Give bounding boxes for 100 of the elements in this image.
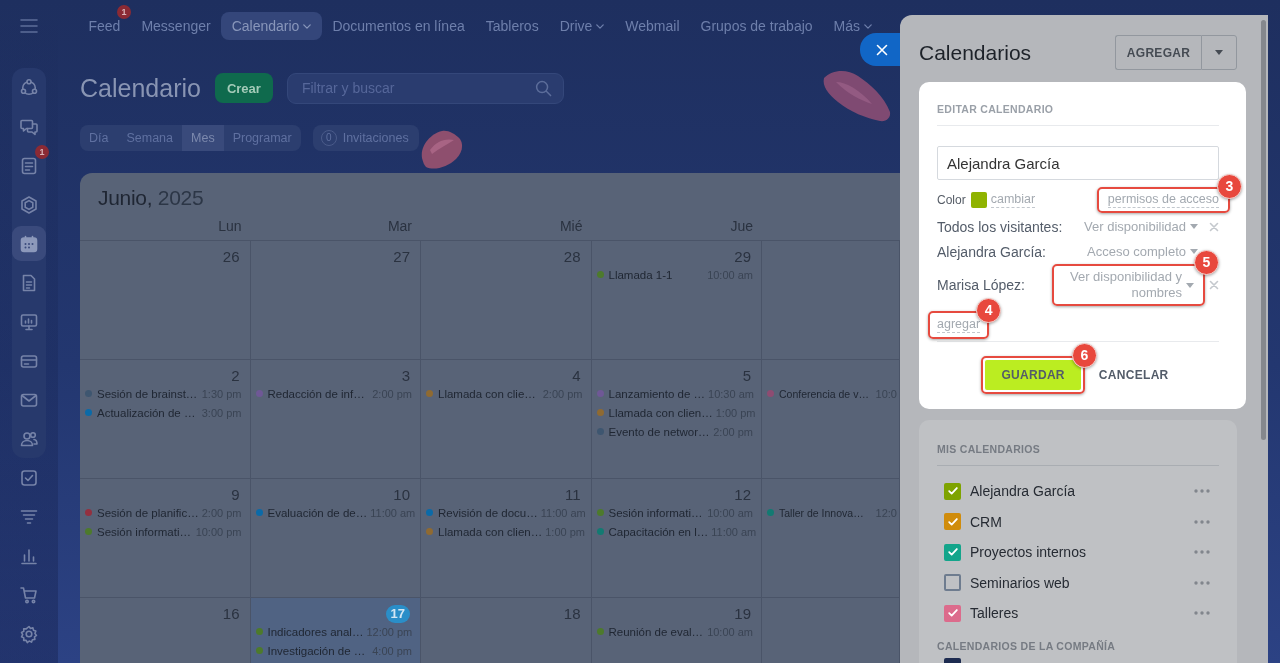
event-title: Taller de Innova… [779, 506, 864, 519]
checkbox[interactable] [944, 604, 961, 622]
nav-item[interactable]: Drive [549, 12, 615, 40]
day-number: 10 [393, 486, 410, 504]
section-heading: EDITAR CALENDARIO [937, 103, 1054, 115]
day-number: 17 [385, 605, 410, 623]
section-heading: MIS CALENDARIOS [937, 443, 1041, 455]
day-number: 11 [564, 486, 581, 504]
hexagon-icon [19, 194, 39, 215]
event-title: Sesión informati… [608, 506, 703, 519]
callout-badge: 3 [1217, 174, 1242, 199]
access-label: Alejandra García: [937, 243, 1047, 260]
scrollbar-thumb[interactable] [1260, 20, 1266, 440]
nodes-ring-icon [19, 77, 39, 98]
more-icon[interactable] [1194, 611, 1210, 616]
checkbox[interactable] [944, 543, 961, 561]
check-icon [947, 517, 958, 526]
caret-icon [1186, 282, 1194, 288]
close-button[interactable] [860, 33, 900, 66]
search-icon [534, 79, 552, 97]
caret-icon [1190, 224, 1198, 229]
access-level-dropdown[interactable]: Ver disponibilidad y nombres [1062, 269, 1194, 301]
day-number: 19 [734, 605, 751, 623]
check-icon [947, 548, 958, 557]
nav-item[interactable]: Webmail [614, 12, 690, 40]
event-title: Llamada con clien… [608, 406, 713, 419]
tasks-icon [19, 467, 39, 488]
access-permissions-link[interactable]: permisos de acceso [1107, 192, 1219, 208]
cart-icon [19, 584, 39, 605]
remove-icon[interactable] [1209, 280, 1219, 290]
callout-badge: 5 [1194, 250, 1219, 275]
nav-item[interactable]: Calendario [221, 12, 322, 40]
event-title: Evento de networ… [608, 425, 710, 438]
caret-icon [1190, 249, 1198, 254]
day-number: 29 [734, 248, 751, 266]
settings-icon [19, 623, 39, 644]
calendar-name: Seminarios web [970, 574, 1070, 591]
nav-item[interactable]: Tableros [475, 12, 550, 40]
color-label: Color [937, 193, 966, 207]
event-title: Actualización de … [97, 406, 196, 419]
event-title: Sesión informati… [97, 525, 191, 538]
panel-title: Calendarios [919, 40, 1032, 65]
event-title: Investigación de … [267, 644, 366, 657]
event-title: Capacitación en l… [608, 525, 709, 538]
event-title: Llamada 1-1 [608, 268, 673, 281]
event-title: Revisión de docu… [438, 506, 538, 519]
document-icon [19, 155, 39, 176]
event-title: Llamada con clie… [438, 387, 536, 400]
event-title: Sesión de brainst… [97, 387, 198, 400]
section-heading: CALENDARIOS DE LA COMPAÑÍA [937, 639, 1116, 652]
nav-item[interactable]: Grupos de trabajo [690, 12, 824, 40]
dropdown-button[interactable] [1201, 35, 1237, 70]
calendar-name: CRM [970, 513, 1002, 530]
calendar-name: Proyectos internos [970, 544, 1086, 561]
more-icon[interactable] [1194, 580, 1210, 585]
event-title: Indicadores anal… [267, 625, 364, 638]
save-button[interactable]: GUARDAR [985, 360, 1081, 390]
check-icon [947, 487, 958, 496]
event-title: Lanzamiento de … [608, 387, 706, 400]
check-icon [947, 609, 958, 618]
access-label: Marisa López: [937, 277, 1026, 293]
calendar-name: Alejandra García [970, 483, 1076, 500]
notification-badge: 1 [116, 5, 131, 19]
name-input-field[interactable]: Alejandra García [937, 146, 1219, 180]
more-icon[interactable] [1194, 489, 1210, 494]
event-title: Redacción de inf… [267, 387, 365, 400]
remove-icon[interactable] [1209, 221, 1219, 232]
more-icon[interactable] [1194, 550, 1210, 555]
calendar-icon [19, 233, 39, 254]
event-title: Reunión de eval… [608, 625, 704, 638]
event-title: Conferencia de v… [779, 387, 869, 400]
callout-badge: 6 [1071, 343, 1097, 368]
nav-item[interactable]: Más [823, 12, 883, 40]
nav-item[interactable]: Documentos en línea [321, 12, 476, 40]
event-title: Llamada con clien… [438, 525, 543, 538]
calendar-name: Talleres [970, 605, 1019, 622]
checkbox[interactable] [944, 513, 961, 531]
checkbox[interactable] [944, 482, 961, 500]
event-title: Sesión de planific… [97, 506, 199, 519]
add-button[interactable]: AGREGAR [1115, 35, 1201, 70]
access-label: Todos los visitantes: [937, 218, 1064, 235]
close-icon [876, 43, 888, 56]
access-level-dropdown[interactable]: Ver disponibilidad [1084, 218, 1198, 235]
day-number: 12 [734, 486, 751, 504]
create-button[interactable]: Crear [214, 73, 273, 103]
menu-icon[interactable] [20, 19, 38, 33]
event-title: Evaluación de de… [267, 506, 368, 519]
weekday-label: Jue [730, 217, 753, 234]
caret-icon [1215, 50, 1223, 55]
monitor-icon [19, 311, 39, 332]
checkbox[interactable] [944, 574, 961, 592]
change-color-link[interactable]: cambiar [990, 192, 1036, 208]
sidebar-item[interactable] [12, 226, 46, 261]
view-tab[interactable]: Mes [182, 125, 224, 151]
nav-item[interactable]: Messenger [130, 12, 222, 40]
more-icon[interactable] [1194, 519, 1210, 524]
petal-drawing [822, 68, 892, 122]
page-title: Calendario [80, 73, 201, 103]
notification-badge: 1 [35, 145, 49, 159]
month-label: Junio, [98, 186, 153, 209]
